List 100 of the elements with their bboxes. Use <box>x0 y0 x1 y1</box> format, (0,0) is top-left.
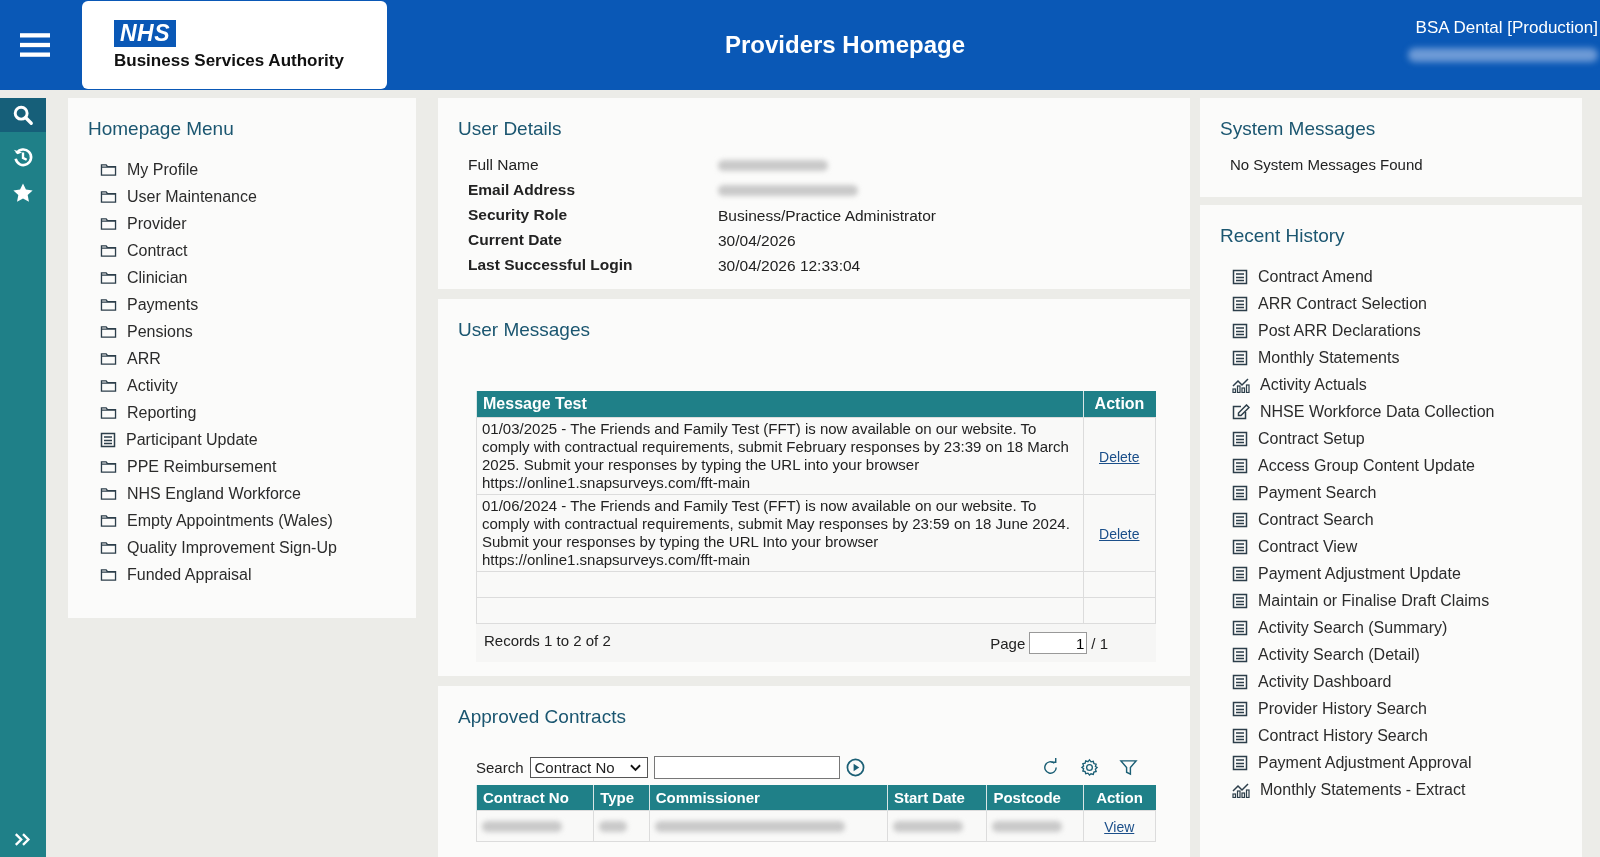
menu-link[interactable]: My Profile <box>127 160 199 179</box>
history-link[interactable]: Activity Search (Detail) <box>1258 645 1420 664</box>
search-tab[interactable] <box>0 98 46 132</box>
history-icon[interactable] <box>12 146 34 168</box>
form-icon <box>1232 322 1248 339</box>
search-icon <box>12 104 34 126</box>
panel-title: Recent History <box>1220 225 1346 247</box>
menu-link[interactable]: PPE Reimbursement <box>127 457 277 476</box>
nhs-logo: NHS <box>114 19 177 47</box>
page-label: Page <box>990 634 1026 652</box>
refresh-icon[interactable] <box>1041 758 1060 777</box>
page-field[interactable]: 1 <box>1029 632 1088 654</box>
history-link[interactable]: ARR Contract Selection <box>1258 294 1427 313</box>
chart-icon <box>1232 781 1250 798</box>
menu-link[interactable]: Clinician <box>127 268 188 287</box>
folder-icon <box>100 189 117 204</box>
search-dropdown[interactable]: Contract No <box>529 757 648 778</box>
delete-link[interactable]: Delete <box>1099 525 1140 542</box>
detail-value: 30/04/2026 12:33:04 <box>718 256 862 275</box>
form-icon <box>1232 430 1248 447</box>
history-link[interactable]: Contract Search <box>1258 510 1374 529</box>
form-icon <box>1232 511 1248 528</box>
redacted-value <box>893 820 964 832</box>
page-title: Providers Homepage <box>723 31 967 59</box>
menu-link[interactable]: ARR <box>127 349 161 368</box>
history-link[interactable]: Maintain or Finalise Draft Claims <box>1258 591 1490 610</box>
form-icon <box>1232 268 1248 285</box>
form-icon <box>1232 457 1248 474</box>
redacted-value <box>599 820 628 832</box>
menu-link[interactable]: Pensions <box>127 322 193 341</box>
folder-icon <box>100 216 117 231</box>
history-link[interactable]: Monthly Statements <box>1258 348 1400 367</box>
history-link[interactable]: Activity Search (Summary) <box>1258 618 1448 637</box>
form-icon <box>1232 565 1248 582</box>
detail-label: Security Role <box>468 206 569 225</box>
menu-link[interactable]: NHS England Workforce <box>127 484 301 503</box>
menu-link[interactable]: Funded Appraisal <box>127 565 252 584</box>
folder-icon <box>100 405 117 420</box>
history-link[interactable]: Payment Search <box>1258 483 1377 502</box>
history-link[interactable]: Activity Dashboard <box>1258 672 1392 691</box>
history-link[interactable]: Contract Amend <box>1258 267 1373 286</box>
menu-link[interactable]: Quality Improvement Sign-Up <box>127 538 337 557</box>
detail-value: Business/Practice Administrator <box>718 206 937 225</box>
folder-icon <box>100 270 117 285</box>
menu-link[interactable]: Activity <box>127 376 178 395</box>
menu-link[interactable]: Participant Update <box>126 430 258 449</box>
history-link[interactable]: NHSE Workforce Data Collection <box>1260 402 1495 421</box>
form-icon <box>1232 673 1248 690</box>
history-link[interactable]: Payment Adjustment Update <box>1258 564 1461 583</box>
menu-link[interactable]: Provider <box>127 214 187 233</box>
panel-title: System Messages <box>1220 118 1377 140</box>
star-icon[interactable] <box>12 182 34 204</box>
redacted-value <box>992 820 1063 832</box>
expand-icon[interactable] <box>14 832 32 847</box>
records-count: Records 1 to 2 of 2 <box>484 632 611 651</box>
menu-link[interactable]: Contract <box>127 241 188 260</box>
form-icon <box>1232 349 1248 366</box>
history-link[interactable]: Activity Actuals <box>1260 375 1367 394</box>
search-field[interactable] <box>653 756 840 779</box>
history-link[interactable]: Post ARR Declarations <box>1258 321 1421 340</box>
form-icon <box>1232 727 1248 744</box>
panel-title: Homepage Menu <box>88 118 235 140</box>
form-icon <box>1232 646 1248 663</box>
folder-icon <box>100 486 117 501</box>
play-icon[interactable] <box>845 758 865 777</box>
column-header: Type <box>593 785 650 811</box>
filter-icon[interactable] <box>1119 758 1138 777</box>
detail-label: Current Date <box>468 231 563 250</box>
panel-title: Approved Contracts <box>458 706 627 728</box>
folder-icon <box>100 378 117 393</box>
history-link[interactable]: Payment Adjustment Approval <box>1258 753 1472 772</box>
settings-icon[interactable] <box>1080 758 1099 777</box>
chart-icon <box>1232 376 1250 393</box>
folder-icon <box>100 513 117 528</box>
column-header: Action <box>1083 785 1156 811</box>
history-link[interactable]: Contract View <box>1258 537 1358 556</box>
menu-link[interactable]: Empty Appointments (Wales) <box>127 511 333 530</box>
menu-link[interactable]: Reporting <box>127 403 197 422</box>
message-cell: 01/06/2024 - The Friends and Family Test (FFT) is now available on our website. To comply with contractual requirements, submit May responses by 23:59 on 18 June 2024. Submit your responses by typing the URL Into your browser https://online1.snapsurveys.com/fft-main <box>476 494 1083 572</box>
empty-message: No System Messages Found <box>1230 156 1424 173</box>
form-icon <box>1232 538 1248 555</box>
column-header: Contract No <box>476 785 594 811</box>
menu-icon[interactable] <box>20 32 50 58</box>
search-label: Search <box>476 759 524 776</box>
column-header: Postcode <box>986 785 1083 811</box>
history-link[interactable]: Provider History Search <box>1258 699 1427 718</box>
delete-link[interactable]: Delete <box>1099 448 1140 465</box>
history-link[interactable]: Contract Setup <box>1258 429 1365 448</box>
form-icon <box>1232 754 1248 771</box>
logo-card[interactable]: NHS Business Services Authority <box>82 1 387 89</box>
folder-icon <box>100 351 117 366</box>
menu-link[interactable]: Payments <box>127 295 199 314</box>
history-link[interactable]: Access Group Content Update <box>1258 456 1475 475</box>
panel-title: User Details <box>458 118 563 140</box>
folder-icon <box>100 459 117 474</box>
column-header: Start Date <box>887 785 987 811</box>
menu-link[interactable]: User Maintenance <box>127 187 257 206</box>
folder-icon <box>100 243 117 258</box>
history-link[interactable]: Monthly Statements - Extract <box>1260 780 1466 799</box>
history-link[interactable]: Contract History Search <box>1258 726 1428 745</box>
